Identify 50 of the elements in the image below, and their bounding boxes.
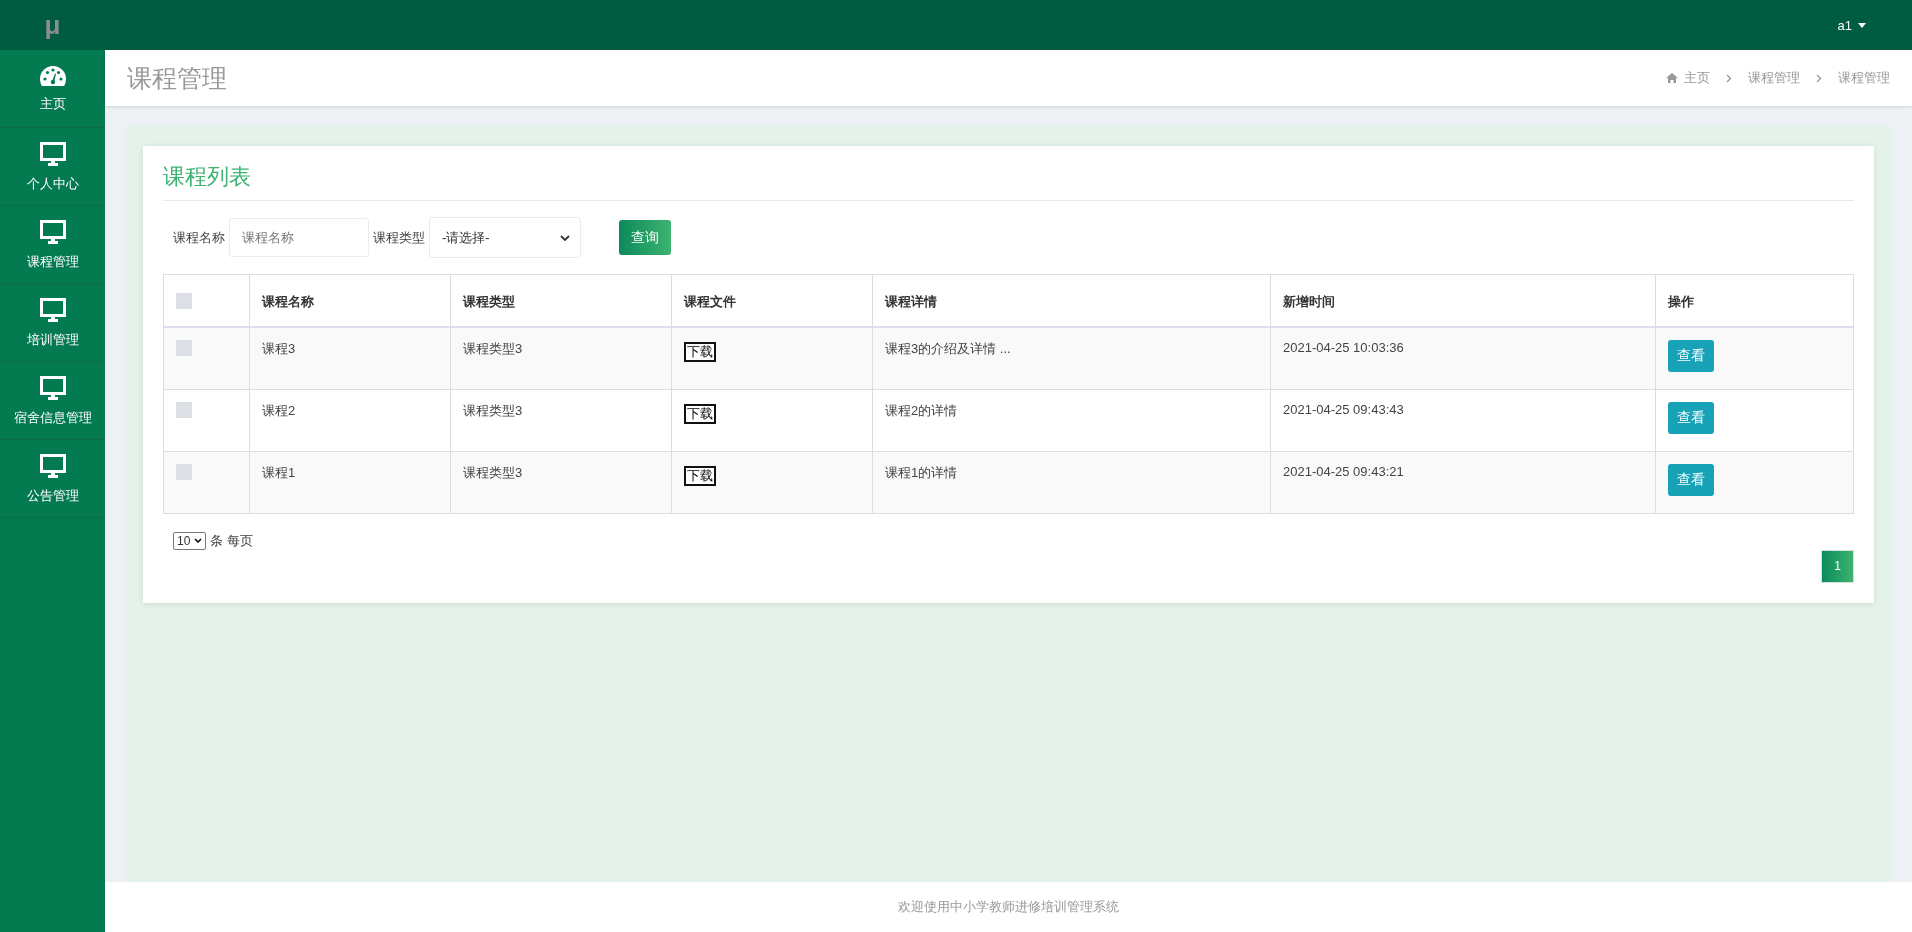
download-button[interactable]: 下载 [684,403,716,424]
table-cell: 课程2 [249,389,451,451]
breadcrumb-link[interactable]: 课程管理 [1748,69,1800,87]
monitor-icon [38,296,67,323]
home-icon [1666,73,1678,83]
monitor-icon [38,452,67,479]
checkbox[interactable] [176,401,192,418]
checkbox[interactable] [176,463,192,480]
table-cell: 课程类型3 [450,451,672,513]
card-title: 课程列表 [163,162,1854,201]
view-button[interactable]: 查看 [1668,401,1714,434]
field-label: 课程类型 [373,228,425,247]
checkbox[interactable] [176,340,192,356]
dashboard-icon [38,64,67,87]
field-label: 课程名称 [173,228,225,247]
course-name-field[interactable]: 课程名称 [229,218,369,257]
chevron-icon [1816,73,1822,83]
chevron-icon [1726,73,1732,83]
footer-text: 欢迎使用中小学教师进修培训管理系统 [105,882,1912,932]
table-cell: 课程类型3 [450,327,672,389]
caret-icon [194,538,203,543]
table-cell: 课程2的详情 [872,389,1271,451]
table-cell: 课程1的详情 [872,451,1271,513]
page-link[interactable]: 1 [1821,549,1854,583]
view-button[interactable]: 查看 [1668,463,1714,496]
monitor-icon [38,218,67,245]
breadcrumb-link[interactable]: 主页 [1666,69,1710,87]
table-cell: 课程1 [249,451,451,513]
course-type-select[interactable]: -请选择- [429,217,581,258]
page-title: 课程管理 [127,62,227,94]
table-cell: 课程类型3 [450,389,672,451]
table-cell: 2021-04-25 10:03:36 [1270,327,1656,389]
table-cell: 2021-04-25 09:43:43 [1270,389,1656,451]
logo: μ [44,9,61,41]
breadcrumb-link[interactable]: 课程管理 [1838,69,1890,87]
download-button[interactable]: 下载 [684,342,716,362]
table-cell: 课程3的介绍及详情 ... [872,327,1271,389]
page-size-label: 条 每页 [210,531,253,550]
page-size-select[interactable]: 10 [173,531,207,550]
search-button[interactable]: 查询 [619,220,671,255]
view-button[interactable]: 查看 [1668,340,1714,372]
table-cell: 2021-04-25 09:43:21 [1270,451,1656,513]
caret-icon [1858,22,1866,28]
table-cell: 课程3 [249,327,451,389]
download-button[interactable]: 下载 [684,465,716,486]
user-menu[interactable]: a1 [1831,16,1872,34]
checkbox[interactable] [176,293,192,309]
monitor-icon [38,374,67,401]
monitor-icon [38,140,67,167]
caret-icon [560,234,570,241]
